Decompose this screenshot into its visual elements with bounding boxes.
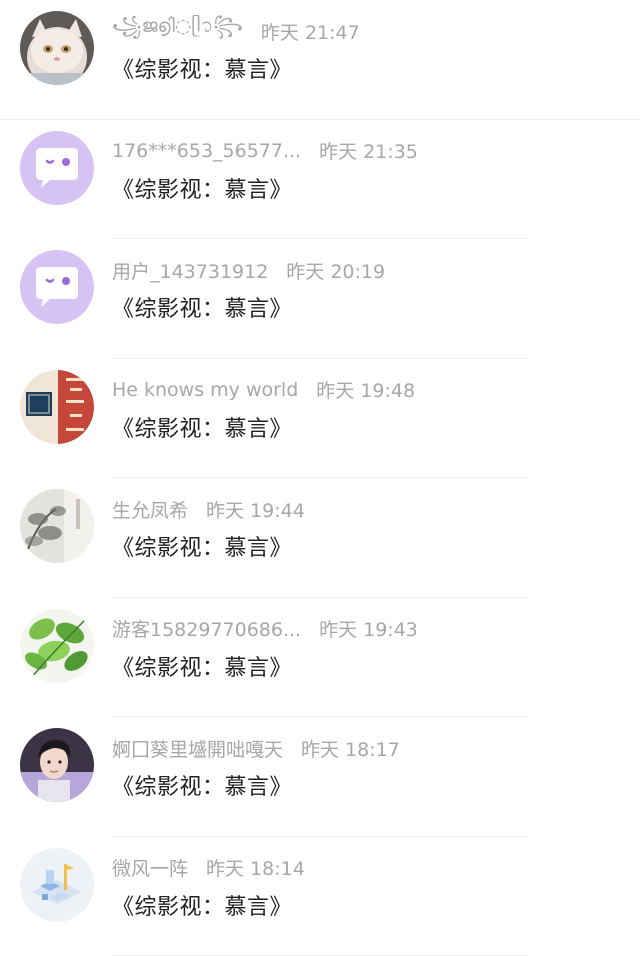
username[interactable]: ꧁ജ൭ി◌ᥫ᭡꧂ [112, 12, 243, 50]
message-text: 《综影视：慕言》 [112, 530, 292, 562]
avatar[interactable] [20, 728, 94, 802]
avatar[interactable] [20, 250, 94, 324]
calligraphy-avatar-icon [20, 370, 94, 444]
list-item[interactable]: 生允凤希 昨天 19:44 《综影视：慕言》 [0, 478, 640, 598]
avatar[interactable] [20, 489, 94, 563]
message-text: 《综影视：慕言》 [112, 291, 292, 323]
chat-bubble-default-avatar-icon [20, 250, 94, 324]
message-meta: ꧁ജ൭ി◌ᥫ᭡꧂ 昨天 21:47 [112, 16, 360, 46]
ink-painting-avatar-icon [20, 489, 94, 563]
timestamp: 昨天 21:47 [261, 18, 360, 45]
chat-bubble-default-avatar-icon [20, 131, 94, 205]
avatar[interactable] [20, 848, 94, 922]
avatar[interactable] [20, 131, 94, 205]
list-item[interactable]: He knows my world 昨天 19:48 《综影视：慕言》 [0, 359, 640, 479]
message-text: 《综影视：慕言》 [112, 52, 292, 84]
list-item[interactable]: ꧁ജ൭ി◌ᥫ᭡꧂ 昨天 21:47 《综影视：慕言》 [0, 0, 640, 120]
username[interactable]: 176***653_56577... [112, 140, 301, 162]
message-text: 《综影视：慕言》 [112, 172, 292, 204]
message-meta: 用户_143731912 昨天 20:19 [112, 255, 385, 285]
list-item[interactable]: 176***653_56577... 昨天 21:35 《综影视：慕言》 [0, 120, 640, 240]
message-text: 《综影视：慕言》 [112, 889, 292, 921]
timestamp: 昨天 21:35 [319, 137, 418, 164]
list-item[interactable]: 用户_143731912 昨天 20:19 《综影视：慕言》 [0, 239, 640, 359]
username[interactable]: 游客15829770686... [112, 615, 301, 642]
message-text: 《综影视：慕言》 [112, 411, 292, 443]
avatar[interactable] [20, 370, 94, 444]
message-meta: 生允凤希 昨天 19:44 [112, 494, 305, 524]
timestamp: 昨天 19:48 [316, 376, 415, 403]
message-meta: 微风一阵 昨天 18:14 [112, 853, 305, 883]
message-text: 《综影视：慕言》 [112, 769, 292, 801]
isometric-illustration-avatar-icon [20, 848, 94, 922]
username[interactable]: 用户_143731912 [112, 257, 268, 284]
portrait-avatar-icon [20, 728, 94, 802]
timestamp: 昨天 18:14 [206, 854, 305, 881]
timestamp: 昨天 20:19 [286, 257, 385, 284]
message-text: 《综影视：慕言》 [112, 650, 292, 682]
timestamp: 昨天 19:43 [319, 615, 418, 642]
message-meta: 婀囗葵里墭開咄嘎天 昨天 18:17 [112, 733, 400, 763]
timestamp: 昨天 18:17 [301, 735, 400, 762]
avatar[interactable] [20, 11, 94, 85]
avatar[interactable] [20, 609, 94, 683]
list-item[interactable]: 游客15829770686... 昨天 19:43 《综影视：慕言》 [0, 598, 640, 718]
list-item[interactable]: 婀囗葵里墭開咄嘎天 昨天 18:17 《综影视：慕言》 [0, 717, 640, 837]
username[interactable]: He knows my world [112, 379, 298, 401]
username[interactable]: 婀囗葵里墭開咄嘎天 [112, 735, 283, 762]
message-meta: He knows my world 昨天 19:48 [112, 375, 415, 405]
message-meta: 游客15829770686... 昨天 19:43 [112, 614, 418, 644]
username[interactable]: 生允凤希 [112, 496, 188, 523]
green-leaves-avatar-icon [20, 609, 94, 683]
message-list: ꧁ജ൭ി◌ᥫ᭡꧂ 昨天 21:47 《综影视：慕言》 176***653_565… [0, 0, 640, 956]
username[interactable]: 微风一阵 [112, 854, 188, 881]
timestamp: 昨天 19:44 [206, 496, 305, 523]
message-meta: 176***653_56577... 昨天 21:35 [112, 136, 418, 166]
list-item[interactable]: 微风一阵 昨天 18:14 《综影视：慕言》 [0, 837, 640, 956]
cat-avatar-icon [20, 11, 94, 85]
